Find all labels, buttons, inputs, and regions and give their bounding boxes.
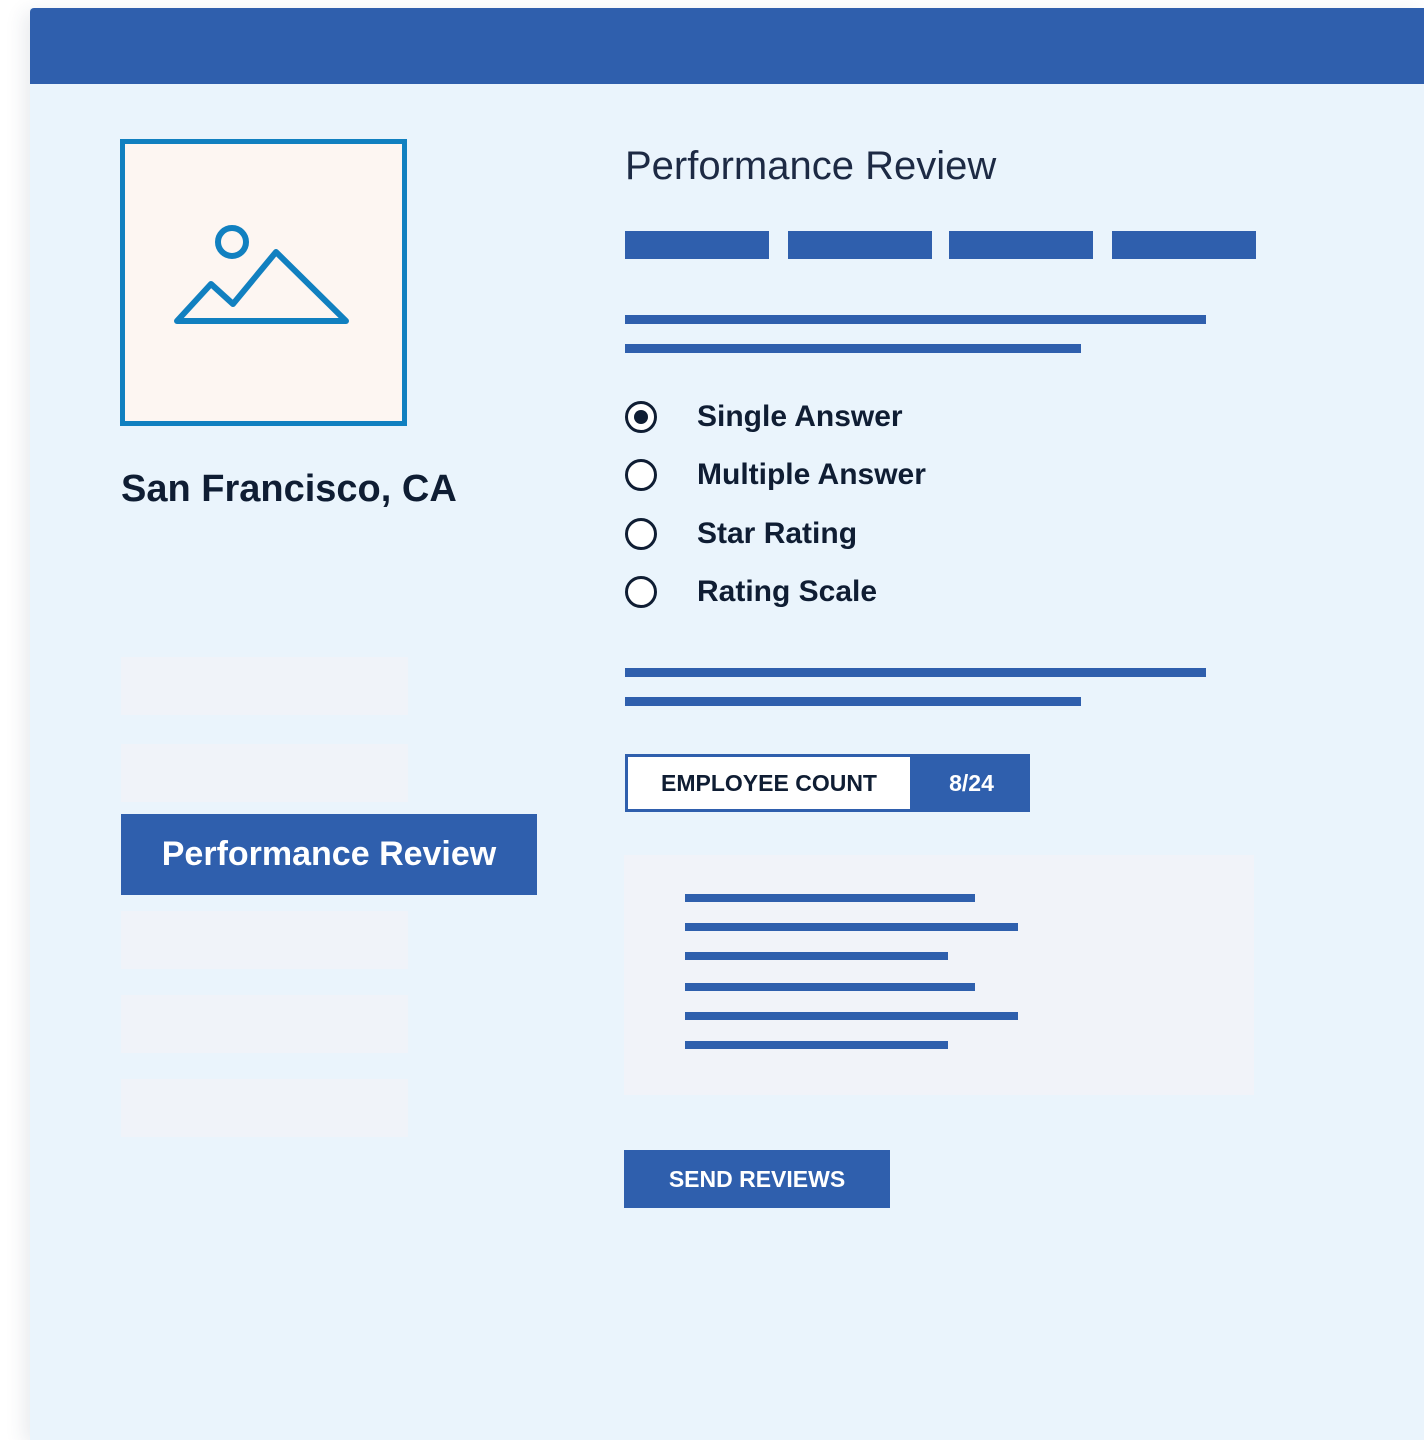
text-line-placeholder (625, 315, 1206, 324)
option-label: Multiple Answer (697, 458, 926, 491)
text-line-placeholder (685, 1012, 1018, 1020)
text-line-placeholder (685, 923, 1018, 931)
text-line-placeholder (685, 894, 975, 902)
employee-count-label: EMPLOYEE COUNT (625, 754, 913, 812)
employee-count-badge: EMPLOYEE COUNT 8/24 (625, 754, 1030, 812)
option-label: Rating Scale (697, 575, 878, 608)
option-label: Single Answer (697, 400, 903, 433)
top-bar (30, 8, 1424, 84)
sidebar-placeholder-item[interactable] (121, 1079, 408, 1137)
radio-button[interactable] (625, 576, 657, 608)
radio-button-selected[interactable] (625, 401, 657, 433)
text-line-placeholder (625, 697, 1081, 706)
text-line-placeholder (625, 668, 1206, 677)
sidebar-placeholder-item[interactable] (121, 744, 408, 802)
app-window: San Francisco, CA Performance Review Per… (30, 8, 1424, 1440)
tab-placeholder[interactable] (625, 231, 769, 259)
tab-placeholder[interactable] (1112, 231, 1256, 259)
option-label: Star Rating (697, 517, 858, 550)
image-placeholder (120, 139, 407, 426)
text-line-placeholder (685, 983, 975, 991)
text-line-placeholder (625, 344, 1081, 353)
tab-placeholder[interactable] (788, 231, 932, 259)
location-label: San Francisco, CA (121, 468, 457, 510)
radio-button[interactable] (625, 459, 657, 491)
sidebar-placeholder-item[interactable] (121, 911, 408, 969)
option-star-rating[interactable]: Star Rating (625, 514, 857, 554)
option-single-answer[interactable]: Single Answer (625, 397, 903, 437)
page-title: Performance Review (625, 144, 997, 188)
image-icon (174, 225, 349, 324)
review-text-area[interactable] (624, 855, 1254, 1095)
option-multiple-answer[interactable]: Multiple Answer (625, 455, 926, 495)
sidebar-placeholder-item[interactable] (121, 995, 408, 1053)
text-line-placeholder (685, 952, 948, 960)
sidebar-item-performance-review[interactable]: Performance Review (121, 814, 537, 895)
radio-button[interactable] (625, 518, 657, 550)
option-rating-scale[interactable]: Rating Scale (625, 572, 877, 612)
text-line-placeholder (685, 1041, 948, 1049)
send-reviews-button[interactable]: SEND REVIEWS (624, 1150, 890, 1208)
employee-count-value: 8/24 (913, 754, 1030, 812)
tab-placeholder[interactable] (949, 231, 1093, 259)
sidebar-placeholder-item[interactable] (121, 657, 408, 715)
